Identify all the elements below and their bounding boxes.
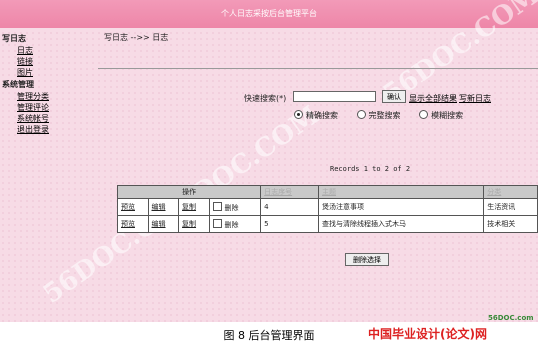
radio-exact-circle[interactable] [294, 110, 303, 119]
sidebar: 写日志 日志 链接 图片 系统管理 管理分类 管理评论 系统帐号 退出登录 [2, 32, 92, 135]
cell-id: 4 [260, 198, 320, 216]
search-input[interactable] [293, 91, 376, 102]
site-logo: 中国毕业设计(论文)网 [368, 327, 487, 341]
confirm-button[interactable]: 确认 [382, 90, 406, 103]
site-logo-small: 56DOC.com [488, 314, 534, 322]
cell-title: 查找与清除线程插入式木马 [318, 215, 485, 233]
radio-fuzzy-circle[interactable] [419, 110, 429, 119]
table-header-row: 操作 日志序号 主题 分类 [116, 185, 538, 199]
sidebar-item-comments[interactable]: 管理评论 [17, 102, 92, 113]
delete-selected-button[interactable]: 删除选择 [345, 253, 389, 266]
header-id[interactable]: 日志序号 [260, 185, 320, 199]
edit-link[interactable]: 编辑 [152, 220, 166, 228]
sidebar-item-logout[interactable]: 退出登录 [17, 124, 92, 135]
sidebar-section-write: 写日志 [2, 34, 26, 43]
header-bar: 个人日志采按后台管理平台 [0, 0, 538, 28]
cell-cat: 技术相关 [483, 215, 538, 233]
header-title[interactable]: 主题 [318, 185, 485, 199]
radio-full-circle[interactable] [356, 110, 366, 119]
app-title: 个人日志采按后台管理平台 [221, 9, 317, 18]
breadcrumb: 写日志 -->> 日志 [104, 33, 169, 42]
cell-id: 5 [260, 215, 320, 233]
header-ops: 操作 [116, 185, 262, 199]
edit-link[interactable]: 编辑 [152, 203, 166, 211]
header-cat[interactable]: 分类 [483, 185, 538, 199]
sidebar-item-accounts[interactable]: 系统帐号 [17, 113, 92, 124]
diary-table: 操作 日志序号 主题 分类 预览 编辑 复制 删除 4 煲汤注意事项 生活资讯 … [116, 185, 538, 233]
app-frame: 个人日志采按后台管理平台 56DOC.COM 56DOC.COM 56DOC.C… [0, 0, 538, 322]
records-count: Records 1 to 2 of 2 [330, 165, 411, 173]
cell-title: 煲汤注意事项 [318, 198, 485, 216]
table-row: 预览 编辑 复制 删除 5 查找与清除线程插入式木马 技术相关 [117, 215, 538, 233]
sidebar-item-diary[interactable]: 日志 [17, 45, 92, 56]
search-label: 快速搜索(*) [244, 94, 287, 103]
radio-full[interactable]: 完整搜索 [356, 110, 401, 120]
search-mode-group: 精确搜索 完整搜索 模糊搜索 [294, 110, 479, 121]
row-checkbox[interactable] [212, 218, 222, 228]
preview-link[interactable]: 预览 [121, 220, 135, 228]
delete-label: 删除 [224, 220, 239, 229]
radio-exact[interactable]: 精确搜索 [294, 110, 338, 120]
show-all-link[interactable]: 显示全部结果 [409, 93, 457, 104]
copy-link[interactable]: 复制 [182, 203, 196, 211]
sidebar-item-images[interactable]: 图片 [17, 67, 92, 78]
divider [98, 68, 538, 69]
row-checkbox[interactable] [212, 201, 222, 211]
sidebar-item-categories[interactable]: 管理分类 [17, 91, 92, 102]
radio-fuzzy[interactable]: 模糊搜索 [419, 110, 463, 120]
delete-label: 删除 [224, 203, 239, 212]
copy-link[interactable]: 复制 [182, 220, 196, 228]
table-row: 预览 编辑 复制 删除 4 煲汤注意事项 生活资讯 [117, 198, 538, 216]
sidebar-section-system: 系统管理 [2, 80, 34, 89]
write-new-link[interactable]: 写新日志 [459, 93, 491, 104]
preview-link[interactable]: 预览 [121, 203, 135, 211]
sidebar-item-links[interactable]: 链接 [17, 56, 92, 67]
cell-cat: 生活资讯 [483, 198, 538, 216]
